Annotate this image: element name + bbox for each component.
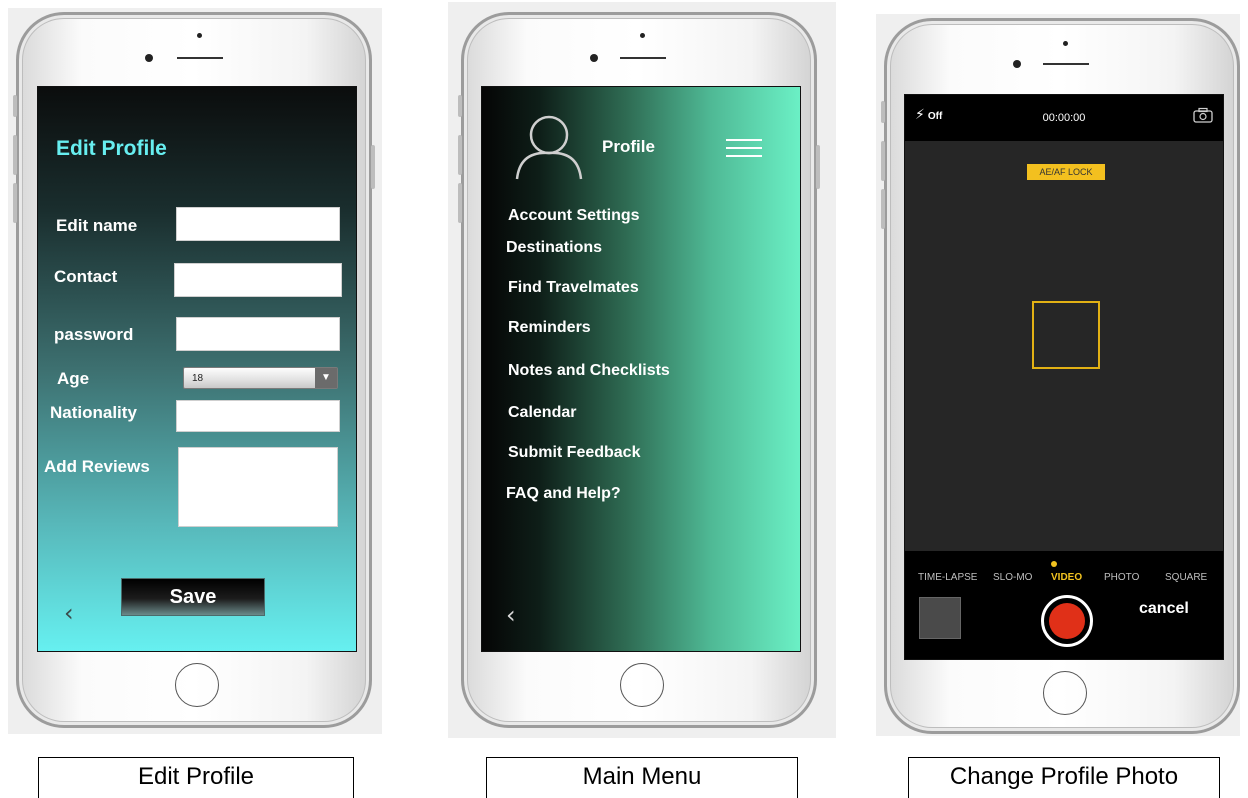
menu-item-destinations[interactable]: Destinations <box>506 239 602 257</box>
volume-button <box>881 141 885 181</box>
camera-top-bar: ⚡ Off 00:00:00 <box>905 95 1223 141</box>
password-label: password <box>54 325 134 344</box>
home-button[interactable] <box>175 663 219 707</box>
ae-af-lock-badge: AE/AF LOCK <box>1027 164 1105 180</box>
switch-camera-icon[interactable] <box>1193 107 1213 123</box>
mode-photo[interactable]: PHOTO <box>1104 572 1139 583</box>
gallery-thumbnail[interactable] <box>919 597 961 639</box>
volume-button <box>458 183 462 223</box>
menu-item-notes-and-checklists[interactable]: Notes and Checklists <box>508 362 670 380</box>
main-menu-screen: Profile Account Settings Destinations Fi… <box>481 86 801 652</box>
home-button[interactable] <box>620 663 664 707</box>
earpiece-speaker <box>1043 63 1089 65</box>
camera-screen: ⚡ Off 00:00:00 AE/AF LOCK TIME-LAPSE SLO… <box>904 94 1224 660</box>
menu-item-account-settings[interactable]: Account Settings <box>508 207 640 225</box>
hamburger-menu-icon[interactable] <box>726 139 762 163</box>
menu-item-find-travelmates[interactable]: Find Travelmates <box>508 279 639 297</box>
active-mode-indicator <box>1051 561 1057 567</box>
mode-video[interactable]: VIDEO <box>1051 572 1082 583</box>
profile-title: Profile <box>602 137 655 156</box>
name-field[interactable] <box>176 207 340 241</box>
volume-button <box>881 101 885 123</box>
menu-item-calendar[interactable]: Calendar <box>508 404 576 422</box>
caption-camera: Change Profile Photo <box>908 757 1220 798</box>
record-button[interactable] <box>1041 595 1093 647</box>
mode-square[interactable]: SQUARE <box>1165 572 1207 583</box>
edit-profile-screen: Edit Profile Edit name Contact password … <box>37 86 357 652</box>
proximity-sensor-icon <box>1063 41 1068 46</box>
front-camera-icon <box>590 54 598 62</box>
record-timer: 00:00:00 <box>1042 112 1086 124</box>
cancel-button[interactable]: cancel <box>1139 600 1189 618</box>
volume-button <box>881 189 885 229</box>
save-button[interactable]: Save <box>121 578 265 616</box>
volume-button <box>13 183 17 223</box>
focus-square <box>1032 301 1100 369</box>
camera-controls: TIME-LAPSE SLO-MO VIDEO PHOTO SQUARE can… <box>905 551 1223 659</box>
earpiece-speaker <box>177 57 223 59</box>
home-button[interactable] <box>1043 671 1087 715</box>
back-chevron-icon[interactable]: ‹ <box>64 599 74 627</box>
caption-edit-profile: Edit Profile <box>38 757 354 798</box>
age-select[interactable]: 18 ▼ <box>183 367 338 389</box>
caption-main-menu: Main Menu <box>486 757 798 798</box>
record-dot-icon <box>1049 603 1085 639</box>
mode-time-lapse[interactable]: TIME-LAPSE <box>918 572 977 583</box>
power-button <box>371 145 375 189</box>
front-camera-icon <box>145 54 153 62</box>
menu-item-faq-and-help[interactable]: FAQ and Help? <box>506 485 621 503</box>
back-chevron-icon[interactable]: ‹ <box>506 601 516 629</box>
chevron-down-icon[interactable]: ▼ <box>315 368 337 388</box>
age-value: 18 <box>192 373 204 384</box>
volume-button <box>13 135 17 175</box>
nationality-field[interactable] <box>176 400 340 432</box>
volume-button <box>458 135 462 175</box>
menu-item-submit-feedback[interactable]: Submit Feedback <box>508 444 640 462</box>
nationality-label: Nationality <box>50 403 137 422</box>
contact-label: Contact <box>54 267 118 286</box>
page-title: Edit Profile <box>56 137 167 160</box>
earpiece-speaker <box>620 57 666 59</box>
reviews-textarea[interactable] <box>178 447 338 527</box>
reviews-label: Add Reviews <box>44 457 150 476</box>
contact-field[interactable] <box>174 263 342 297</box>
avatar-icon[interactable] <box>514 107 584 203</box>
front-camera-icon <box>1013 60 1021 68</box>
menu-item-reminders[interactable]: Reminders <box>508 319 591 337</box>
power-button <box>816 145 820 189</box>
proximity-sensor-icon <box>197 33 202 38</box>
mode-slo-mo[interactable]: SLO-MO <box>993 572 1032 583</box>
volume-button <box>458 95 462 117</box>
volume-button <box>13 95 17 117</box>
proximity-sensor-icon <box>640 33 645 38</box>
age-label: Age <box>57 369 90 388</box>
name-label: Edit name <box>56 216 138 235</box>
password-field[interactable] <box>176 317 340 351</box>
